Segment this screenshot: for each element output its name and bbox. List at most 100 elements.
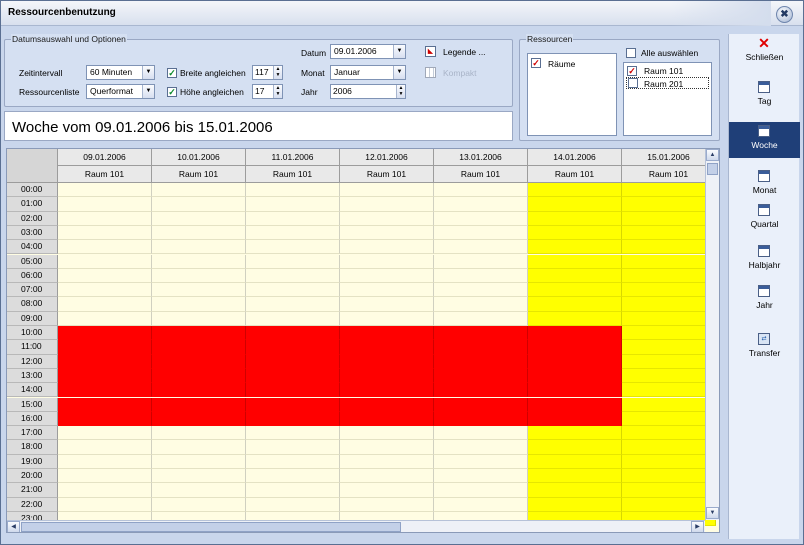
time-slot[interactable] <box>246 183 340 198</box>
booked-slot[interactable] <box>58 354 152 369</box>
time-slot[interactable] <box>340 225 434 241</box>
jahr-spinner[interactable]: 2006 ▲ ▼ <box>330 84 406 99</box>
room-header[interactable]: Raum 101 <box>434 166 528 183</box>
nav-item-halbjahr[interactable]: Halbjahr <box>729 242 800 278</box>
time-slot[interactable] <box>622 440 716 455</box>
time-slot[interactable] <box>528 268 622 284</box>
time-slot[interactable] <box>434 183 528 198</box>
ressourcenliste-select[interactable]: Querformat ▼ <box>86 84 155 99</box>
time-slot[interactable] <box>622 283 716 298</box>
time-slot[interactable] <box>58 211 152 226</box>
booked-slot[interactable] <box>528 354 622 369</box>
time-slot[interactable] <box>246 297 340 312</box>
time-slot[interactable] <box>434 497 528 512</box>
booked-slot[interactable] <box>340 411 434 427</box>
time-slot[interactable] <box>152 240 246 255</box>
booked-slot[interactable] <box>152 397 246 412</box>
booked-slot[interactable] <box>152 383 246 398</box>
time-slot[interactable] <box>434 297 528 312</box>
vertical-scrollbar[interactable]: ▲ ▼ <box>705 149 719 520</box>
time-slot[interactable] <box>622 383 716 398</box>
time-slot[interactable] <box>246 254 340 269</box>
time-slot[interactable] <box>528 440 622 455</box>
time-slot[interactable] <box>340 268 434 284</box>
booked-slot[interactable] <box>528 368 622 384</box>
time-slot[interactable] <box>434 469 528 484</box>
chevron-down-icon[interactable]: ▼ <box>142 66 154 79</box>
time-slot[interactable] <box>434 483 528 498</box>
booked-slot[interactable] <box>340 354 434 369</box>
hoehe-spinner[interactable]: 17 ▲ ▼ <box>252 84 283 99</box>
day-header[interactable]: 13.01.2006 <box>434 149 528 166</box>
time-slot[interactable] <box>58 440 152 455</box>
booked-slot[interactable] <box>246 326 340 341</box>
time-slot[interactable] <box>622 268 716 284</box>
time-slot[interactable] <box>434 311 528 326</box>
time-slot[interactable] <box>246 440 340 455</box>
booked-slot[interactable] <box>434 383 528 398</box>
time-slot[interactable] <box>246 469 340 484</box>
room-header[interactable]: Raum 101 <box>340 166 434 183</box>
booked-slot[interactable] <box>528 340 622 355</box>
booked-slot[interactable] <box>340 397 434 412</box>
raeume-checkbox[interactable]: ✓ <box>531 58 541 68</box>
booked-slot[interactable] <box>434 397 528 412</box>
booked-slot[interactable] <box>58 411 152 427</box>
time-slot[interactable] <box>434 426 528 441</box>
time-slot[interactable] <box>152 197 246 212</box>
time-slot[interactable] <box>152 426 246 441</box>
time-slot[interactable] <box>622 368 716 384</box>
nav-item-tag[interactable]: Tag <box>729 78 800 114</box>
booked-slot[interactable] <box>152 354 246 369</box>
time-slot[interactable] <box>246 454 340 469</box>
time-slot[interactable] <box>58 225 152 241</box>
time-slot[interactable] <box>434 254 528 269</box>
time-slot[interactable] <box>340 254 434 269</box>
time-slot[interactable] <box>58 297 152 312</box>
time-slot[interactable] <box>58 197 152 212</box>
horizontal-scroll-thumb[interactable] <box>21 522 401 532</box>
datum-picker[interactable]: 09.01.2006 ▼ <box>330 44 406 59</box>
time-slot[interactable] <box>434 268 528 284</box>
time-slot[interactable] <box>622 197 716 212</box>
time-slot[interactable] <box>528 483 622 498</box>
booked-slot[interactable] <box>152 326 246 341</box>
time-slot[interactable] <box>528 211 622 226</box>
time-slot[interactable] <box>434 440 528 455</box>
day-header[interactable]: 12.01.2006 <box>340 149 434 166</box>
time-slot[interactable] <box>528 254 622 269</box>
time-slot[interactable] <box>434 283 528 298</box>
time-slot[interactable] <box>340 211 434 226</box>
booked-slot[interactable] <box>58 340 152 355</box>
booked-slot[interactable] <box>58 368 152 384</box>
chevron-down-icon[interactable]: ▼ <box>393 66 405 79</box>
time-slot[interactable] <box>340 240 434 255</box>
time-slot[interactable] <box>152 268 246 284</box>
booked-slot[interactable] <box>246 383 340 398</box>
monat-select[interactable]: Januar ▼ <box>330 65 406 80</box>
time-slot[interactable] <box>622 211 716 226</box>
booked-slot[interactable] <box>434 411 528 427</box>
booked-slot[interactable] <box>246 368 340 384</box>
booked-slot[interactable] <box>340 326 434 341</box>
nav-item-transfer[interactable]: ⇄ Transfer <box>729 330 800 366</box>
time-slot[interactable] <box>340 297 434 312</box>
time-slot[interactable] <box>622 454 716 469</box>
time-slot[interactable] <box>622 183 716 198</box>
time-slot[interactable] <box>622 469 716 484</box>
scroll-down-icon[interactable]: ▼ <box>706 507 719 519</box>
horizontal-scrollbar[interactable]: ◀ ▶ <box>7 520 705 532</box>
time-slot[interactable] <box>528 311 622 326</box>
nav-item-jahr[interactable]: Jahr <box>729 282 800 318</box>
time-slot[interactable] <box>434 225 528 241</box>
time-slot[interactable] <box>246 426 340 441</box>
time-slot[interactable] <box>340 454 434 469</box>
room-header[interactable]: Raum 101 <box>152 166 246 183</box>
time-slot[interactable] <box>246 268 340 284</box>
time-slot[interactable] <box>622 225 716 241</box>
time-slot[interactable] <box>434 211 528 226</box>
time-slot[interactable] <box>246 311 340 326</box>
time-slot[interactable] <box>622 354 716 369</box>
time-slot[interactable] <box>528 469 622 484</box>
window-close-button[interactable]: ✖ <box>776 6 793 23</box>
